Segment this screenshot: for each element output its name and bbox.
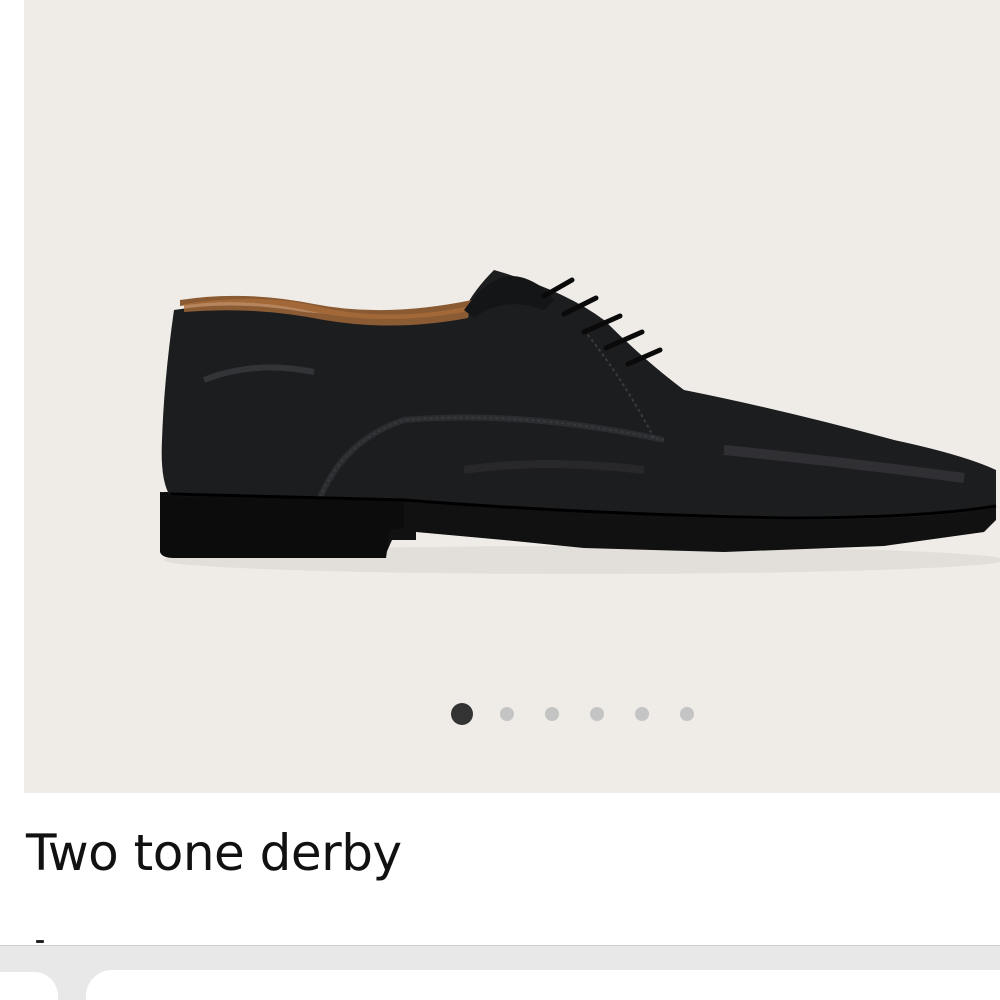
carousel-dot-1[interactable] [451, 703, 473, 725]
bottom-left-button[interactable] [0, 972, 58, 1000]
bottom-input-field[interactable] [86, 970, 1000, 1000]
carousel-dots [24, 700, 1000, 728]
carousel-dot-5[interactable] [635, 707, 649, 721]
product-title: Two tone derby [26, 824, 402, 882]
product-page: Two tone derby [0, 0, 1000, 1000]
carousel-dot-4[interactable] [590, 707, 604, 721]
product-image-gallery[interactable] [24, 0, 1000, 793]
bottom-bar [0, 945, 1000, 1000]
carousel-dot-2[interactable] [500, 707, 514, 721]
carousel-dot-3[interactable] [545, 707, 559, 721]
shoe-image[interactable] [24, 0, 1000, 793]
carousel-dot-6[interactable] [680, 707, 694, 721]
price-peek [36, 940, 44, 943]
